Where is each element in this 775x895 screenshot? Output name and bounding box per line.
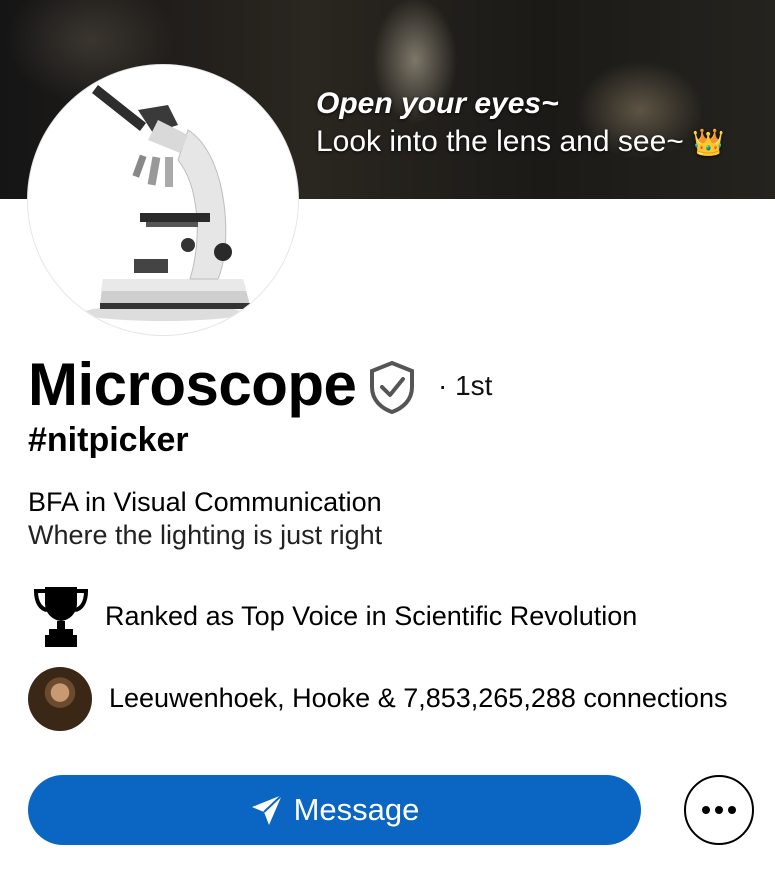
microscope-icon xyxy=(83,85,250,321)
profile-headline: BFA in Visual Communication xyxy=(28,487,382,517)
connections-text[interactable]: Leeuwenhoek, Hooke & 7,853,265,288 conne… xyxy=(109,682,727,714)
profile-tagline: Where the lighting is just right xyxy=(28,520,383,550)
award-text: Ranked as Top Voice in Scientific Revolu… xyxy=(105,601,638,631)
send-icon xyxy=(251,794,283,825)
banner-quote: Open your eyes~ Look into the lens and s… xyxy=(316,86,725,162)
connection-degree: · 1st xyxy=(438,370,493,401)
quote-line-2: Look into the lens and see~ 👑 xyxy=(316,122,725,162)
profile-handle[interactable]: #nitpicker xyxy=(28,420,189,460)
quote-line-1: Open your eyes~ xyxy=(316,87,559,120)
quote-line-2-text: Look into the lens and see~ xyxy=(316,125,684,158)
mutual-connection-avatar[interactable] xyxy=(28,667,92,731)
profile-name: Microscope xyxy=(28,351,357,418)
more-options-button[interactable] xyxy=(684,775,754,845)
more-horizontal-icon xyxy=(702,806,736,814)
message-button-label: Message xyxy=(293,792,420,827)
profile-avatar[interactable] xyxy=(28,65,298,335)
trophy-icon xyxy=(33,587,89,647)
shield-check-icon[interactable] xyxy=(368,360,416,414)
crown-emoji: 👑 xyxy=(692,127,725,157)
message-button[interactable]: Message xyxy=(28,775,641,845)
